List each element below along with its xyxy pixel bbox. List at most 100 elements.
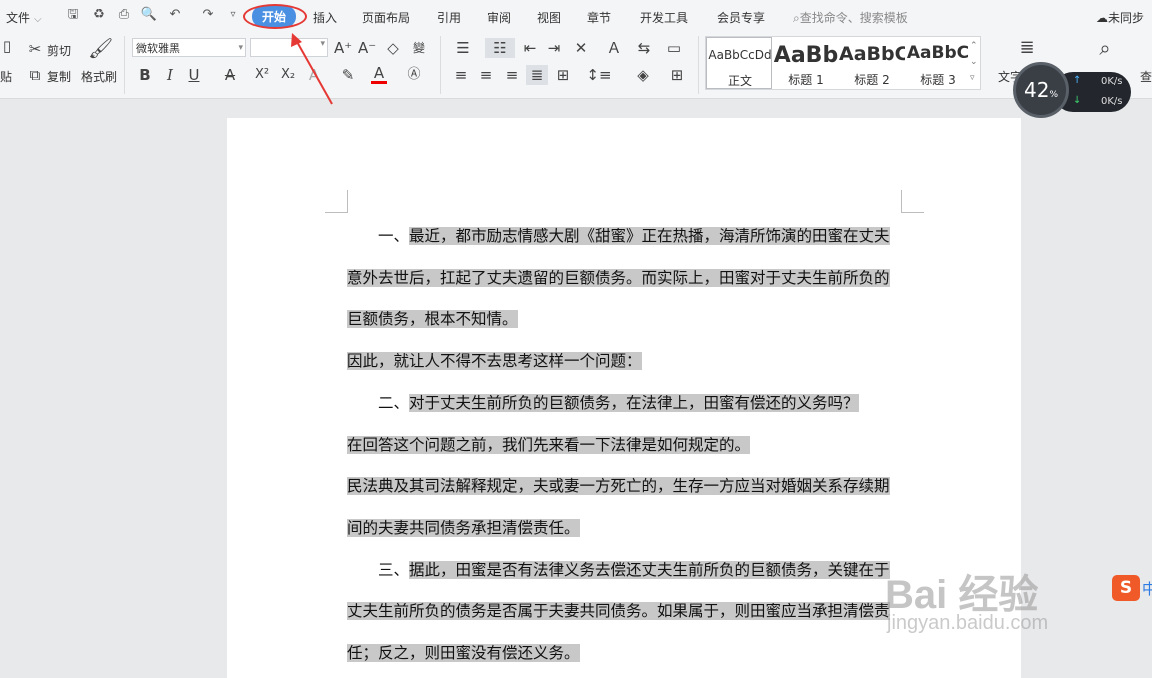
document-line[interactable]: 任；反之，则田蜜没有偿还义务。	[347, 633, 580, 673]
copy-icon[interactable]: ⧉	[26, 65, 44, 85]
tab-review[interactable]: 审阅	[487, 9, 511, 26]
align-right-icon[interactable]: ≡	[503, 65, 521, 85]
increase-indent-icon[interactable]: ⇥	[545, 38, 563, 58]
clear-format-icon[interactable]: ◇	[384, 38, 402, 58]
highlight-icon[interactable]: ✎	[338, 65, 358, 85]
tab-developer[interactable]: 开发工具	[640, 9, 688, 26]
sync-status[interactable]: ☁未同步	[1096, 9, 1144, 26]
style-normal[interactable]: AaBbCcDd 正文	[706, 37, 772, 89]
document-line[interactable]: 丈夫生前所负的债务是否属于夫妻共同债务。如果属于，则田蜜应当承担清偿责	[347, 591, 890, 631]
align-left-icon[interactable]: ≡	[452, 65, 470, 85]
chevron-down-icon: ⌵	[34, 14, 42, 25]
format-painter-icon[interactable]: 🖌	[88, 38, 113, 58]
download-speed: 0K/s	[1101, 96, 1123, 107]
copy-button[interactable]: 复制	[47, 68, 71, 85]
document-line[interactable]: 间的夫妻共同债务承担清偿责任。	[347, 508, 580, 548]
cloud-save-icon[interactable]: ♻	[90, 6, 108, 24]
document-line[interactable]: 意外去世后，扛起了丈夫遗留的巨额债务。而实际上，田蜜对于丈夫生前所负的	[347, 258, 890, 298]
decrease-indent-icon[interactable]: ⇤	[521, 38, 539, 58]
document-line[interactable]: 一、最近，都市励志情感大剧《甜蜜》正在热播，海清所饰演的田蜜在丈夫	[347, 216, 890, 256]
style-heading-2[interactable]: AaBbC 标题 2	[839, 37, 905, 89]
redo-icon[interactable]: ↷	[199, 6, 217, 24]
font-size-select[interactable]: ▾	[250, 38, 328, 57]
document-line[interactable]: 因此，就让人不得不去思考这样一个问题：	[347, 341, 642, 381]
format-painter-button[interactable]: 格式刷	[81, 68, 117, 85]
document-line[interactable]: 民法典及其司法解释规定，夫或妻一方死亡的，生存一方应当对婚姻关系存续期	[347, 466, 890, 506]
document-line[interactable]: 二、对于丈夫生前所负的巨额债务，在法律上，田蜜有偿还的义务吗？	[347, 383, 859, 423]
print-icon[interactable]: ⎙	[115, 6, 133, 24]
quick-access-more-icon[interactable]: ▿	[224, 6, 242, 24]
style-preview: AaBbCcDd	[708, 48, 772, 62]
style-heading-1[interactable]: AaBb 标题 1	[773, 37, 839, 89]
align-center-icon[interactable]: ≡	[477, 65, 495, 85]
selected-text: 丈夫生前所负的债务是否属于夫妻共同债务。如果属于，则田蜜应当承担清偿责	[347, 602, 890, 621]
text-direction-icon[interactable]: Ａ	[605, 38, 623, 58]
italic-button[interactable]: I	[162, 65, 178, 85]
document-line[interactable]: 三、据此，田蜜是否有法律义务去偿还丈夫生前所负的巨额债务，关键在于	[347, 550, 890, 590]
line-indent: 三、	[347, 560, 410, 579]
chinese-layout-icon[interactable]: ✕	[569, 38, 593, 58]
menu-bar: 文件 ⌵ 🖫 ♻ ⎙ 🔍 ↶ ↷ ▿ 开始 插入 页面布局 引用 审阅 视图 章节…	[0, 0, 1152, 32]
styles-scroll-up-icon[interactable]: ⌃	[970, 41, 978, 51]
cut-button[interactable]: 剪切	[47, 42, 71, 59]
strikethrough-icon[interactable]: A	[222, 65, 238, 85]
bold-button[interactable]: B	[137, 65, 153, 85]
command-search[interactable]: ⌕查找命令、搜索模板	[793, 9, 908, 26]
find-replace-button[interactable]: 查找替换	[1140, 68, 1152, 85]
ime-language-indicator[interactable]: 中	[1142, 578, 1152, 599]
document-line[interactable]: 在回答这个问题之前，我们先来看一下法律是如何规定的。	[347, 425, 751, 465]
char-border-icon[interactable]: Ⓐ	[406, 65, 422, 85]
download-arrow-icon: ↓	[1073, 95, 1082, 106]
document-line[interactable]: 巨额债务，根本不知情。	[347, 299, 518, 339]
selected-text: 最近，都市励志情感大剧《甜蜜》正在热播，海清所饰演的田蜜在丈夫	[409, 227, 890, 245]
tab-view[interactable]: 视图	[537, 9, 561, 26]
paste-icon[interactable]: ▯	[0, 36, 14, 56]
scissors-icon[interactable]: ✂	[26, 39, 44, 59]
tab-page-layout[interactable]: 页面布局	[362, 9, 410, 26]
borders-icon[interactable]: ⊞	[664, 65, 690, 85]
shading-icon[interactable]: ◈	[630, 65, 656, 85]
subscript-button[interactable]: X₂	[278, 65, 298, 85]
selected-text: 任；反之，则田蜜没有偿还义务。	[347, 644, 580, 662]
numbering-icon[interactable]: ☷	[485, 38, 515, 58]
network-speed-widget[interactable]: 42% ↑ 0K/s ↓ 0K/s	[1013, 62, 1131, 120]
styles-more-icon[interactable]: ▿	[970, 73, 975, 83]
save-icon[interactable]: 🖫	[64, 6, 82, 24]
bullets-icon[interactable]: ☰	[452, 38, 474, 58]
tab-references[interactable]: 引用	[437, 9, 461, 26]
selected-text: 间的夫妻共同债务承担清偿责任。	[347, 518, 580, 537]
file-menu-label: 文件	[6, 11, 31, 25]
print-preview-icon[interactable]: 🔍	[140, 6, 158, 24]
undo-icon[interactable]: ↶	[166, 6, 184, 24]
document-body[interactable]: 一、最近，都市励志情感大剧《甜蜜》正在热播，海清所饰演的田蜜在丈夫意外去世后，扛…	[347, 216, 902, 676]
justify-icon[interactable]: ≣	[526, 65, 548, 85]
style-name: 标题 3	[920, 73, 956, 87]
phonetic-guide-icon[interactable]: 變	[408, 38, 430, 58]
line-spacing-icon[interactable]: ⇆	[632, 38, 656, 58]
tab-insert[interactable]: 插入	[313, 9, 337, 26]
font-name-select[interactable]: 微软雅黑 ▾	[132, 38, 246, 57]
superscript-button[interactable]: X²	[252, 65, 272, 85]
tab-member[interactable]: 会员专享	[717, 9, 765, 26]
grow-font-icon[interactable]: A⁺	[334, 38, 352, 58]
sogou-ime-icon[interactable]: S	[1112, 575, 1140, 601]
style-heading-3[interactable]: AaBbC 标题 3	[905, 37, 971, 89]
font-color-button[interactable]: A	[371, 65, 387, 84]
underline-button[interactable]: U	[186, 65, 202, 85]
find-icon[interactable]: ⌕	[1092, 38, 1118, 58]
style-preview: AaBb	[773, 43, 839, 68]
styles-scroll-down-icon[interactable]: ⌄	[970, 57, 978, 67]
text-effect-icon[interactable]: A	[306, 65, 322, 85]
text-layout-icon[interactable]: ≣	[1014, 38, 1040, 58]
paragraph-spacing-icon[interactable]: ↕≡	[585, 65, 613, 85]
paste-button[interactable]: 贴	[0, 68, 12, 85]
distributed-icon[interactable]: ⊞	[553, 65, 573, 85]
show-marks-icon[interactable]: ▭	[664, 38, 684, 58]
selected-text: 意外去世后，扛起了丈夫遗留的巨额债务。而实际上，田蜜对于丈夫生前所负的	[347, 268, 890, 287]
selected-text: 在回答这个问题之前，我们先来看一下法律是如何规定的。	[347, 435, 751, 454]
tab-chapter[interactable]: 章节	[587, 9, 611, 26]
selected-text: 对于丈夫生前所负的巨额债务，在法律上，田蜜有偿还的义务吗？	[409, 393, 859, 412]
line-indent: 二、	[347, 393, 410, 412]
file-menu[interactable]: 文件 ⌵	[6, 9, 42, 26]
shrink-font-icon[interactable]: A⁻	[358, 38, 376, 58]
